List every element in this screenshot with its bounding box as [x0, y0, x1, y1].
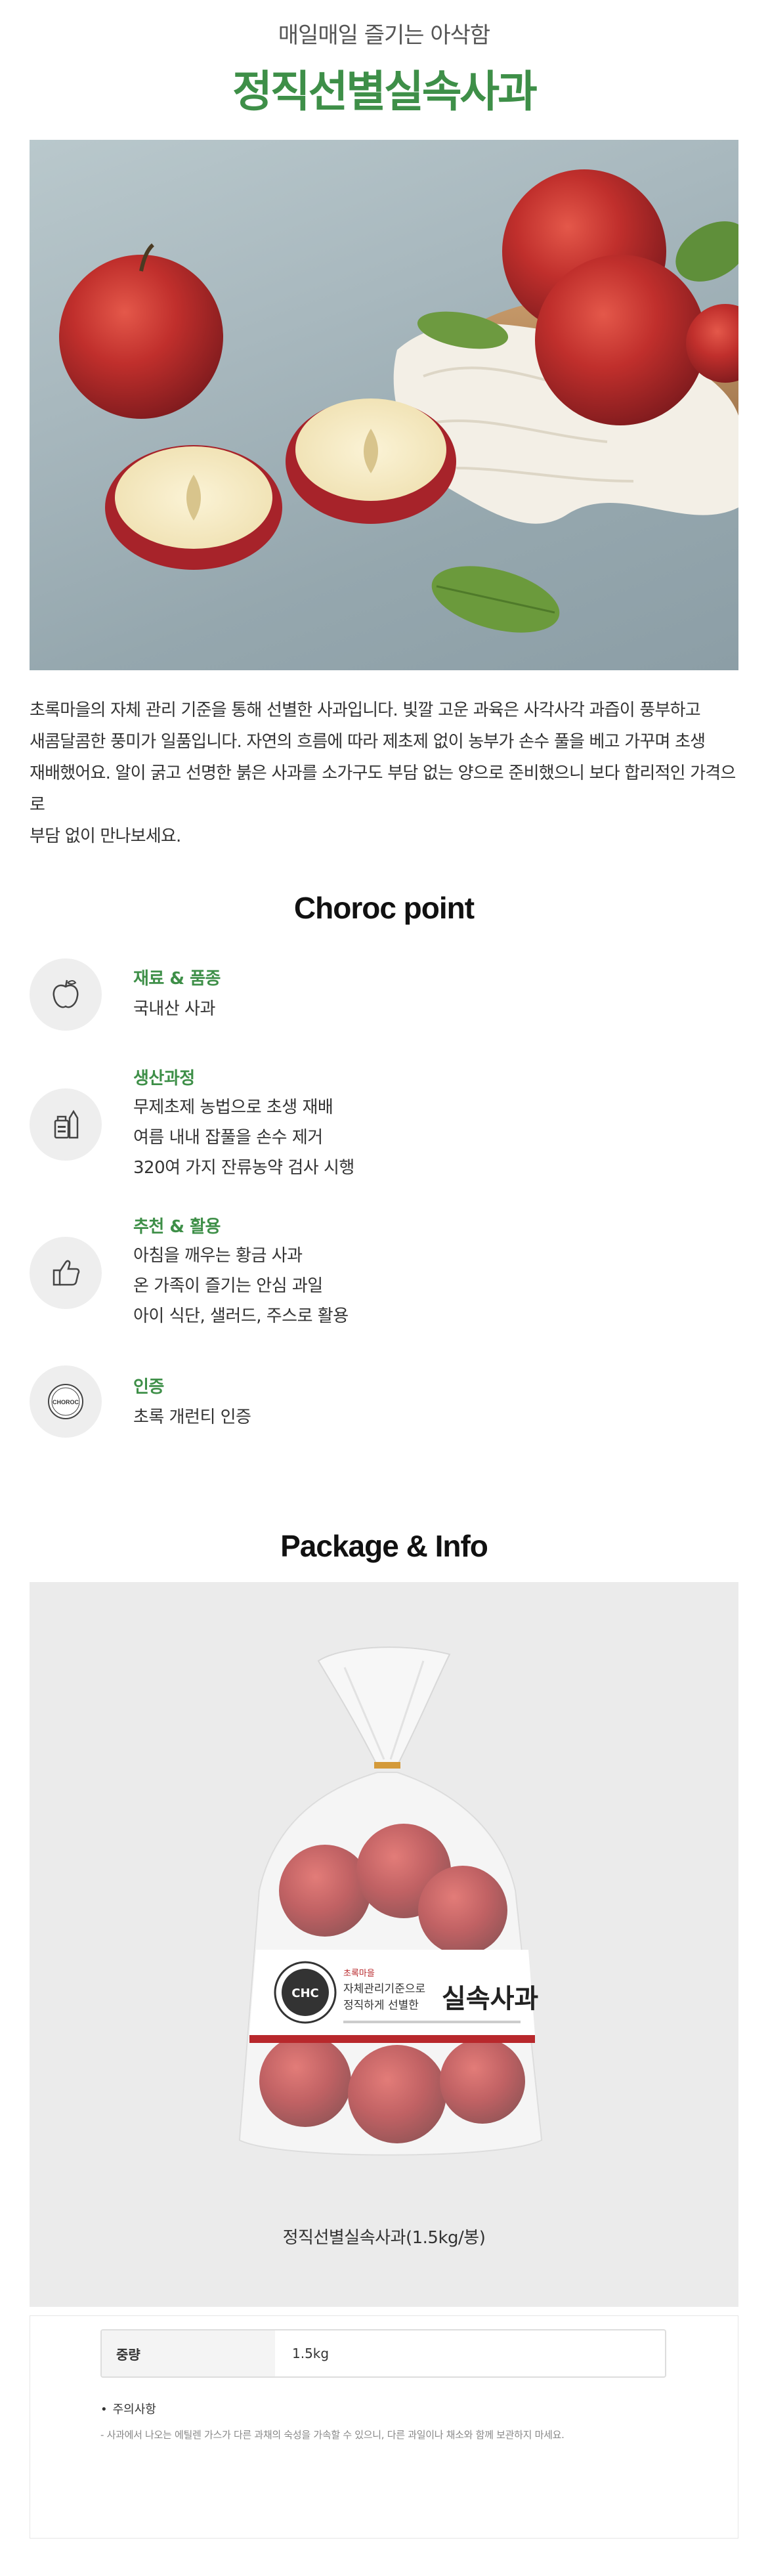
package-caption: 정직선별실속사과(1.5kg/봉)	[282, 2228, 486, 2248]
intro-line: 새콤달콤한 풍미가 일품입니다. 자연의 흐름에 따라 제초제 없이 농부가 손…	[30, 732, 706, 752]
apple-photo-illustration	[59, 169, 738, 633]
intro-paragraph: 초록마을의 자체 관리 기준을 통해 선별한 사과입니다. 빛깔 고운 과육은 …	[30, 695, 745, 852]
point-line: 여름 내내 잡풀을 손수 제거	[133, 1128, 323, 1148]
page-subtitle: 매일매일 즐기는 아삭함	[278, 22, 490, 49]
package-photo-panel: CHC 초록마을 자체관리기준으로 정직하게 선별한 실속사과 정직선별실속사과…	[30, 1582, 738, 2307]
point-title: 재료 & 품종	[133, 969, 221, 989]
point-line: 국내산 사과	[133, 999, 215, 1019]
package-label-name: 실속사과	[442, 1984, 538, 2014]
package-info-heading: Package & Info	[280, 1529, 488, 1563]
point-lines: 무제초제 농법으로 초생 재배 여름 내내 잡풀을 손수 제거 320여 가지 …	[133, 1092, 354, 1183]
choroc-point-heading: Choroc point	[293, 891, 475, 925]
spec-key: 중량	[102, 2330, 275, 2376]
spec-table: 중량 1.5kg	[100, 2329, 666, 2378]
intro-line: 재배했어요. 알이 굵고 선명한 붉은 사과를 소가구도 부담 없는 양으로 준…	[30, 763, 736, 815]
point-item-process: 생산과정 무제초제 농법으로 초생 재배 여름 내내 잡풀을 손수 제거 320…	[30, 1065, 738, 1183]
notice-title: 주의사항	[100, 2400, 156, 2417]
point-line: 320여 가지 잔류농약 검사 시행	[133, 1158, 354, 1178]
hero-apple-photo	[30, 140, 738, 670]
package-bag-illustration: CHC 초록마을 자체관리기준으로 정직하게 선별한 실속사과	[238, 1646, 543, 2156]
point-lines: 국내산 사과	[133, 994, 215, 1024]
point-line: 아이 식단, 샐러드, 주스로 활용	[133, 1306, 349, 1326]
package-label-line2: 정직하게 선별한	[343, 1999, 419, 2012]
point-item-certification: CHOROC 인증 초록 개런티 인증	[30, 1365, 738, 1444]
point-title: 생산과정	[133, 1069, 195, 1088]
point-line: 온 가족이 즐기는 안심 과일	[133, 1276, 323, 1296]
product-info-box: 중량 1.5kg 주의사항 - 사과에서 나오는 에틸렌 가스가 다른 과채의 …	[30, 2315, 738, 2539]
point-item-ingredient: 재료 & 품종 국내산 사과	[30, 958, 738, 1037]
point-lines: 초록 개런티 인증	[133, 1402, 251, 1432]
notice-text: - 사과에서 나오는 에틸렌 가스가 다른 과채의 숙성을 가속할 수 있으니,…	[100, 2429, 565, 2441]
intro-line: 부담 없이 만나보세요.	[30, 826, 181, 846]
intro-line: 초록마을의 자체 관리 기준을 통해 선별한 사과입니다. 빛깔 고운 과육은 …	[30, 700, 701, 720]
choroc-badge-icon: CHOROC	[30, 1365, 102, 1438]
bottle-icon	[30, 1088, 102, 1161]
point-line: 아침을 깨우는 황금 사과	[133, 1246, 303, 1266]
point-line: 무제초제 농법으로 초생 재배	[133, 1098, 333, 1117]
point-line: 초록 개런티 인증	[133, 1407, 251, 1427]
thumbs-up-icon	[30, 1237, 102, 1309]
apple-icon	[30, 958, 102, 1031]
point-item-recommend: 추천 & 활용 아침을 깨우는 황금 사과 온 가족이 즐기는 안심 과일 아이…	[30, 1213, 738, 1331]
svg-text:CHC: CHC	[291, 1986, 318, 2000]
badge-text: CHOROC	[53, 1399, 79, 1406]
point-title: 인증	[133, 1377, 164, 1397]
point-lines: 아침을 깨우는 황금 사과 온 가족이 즐기는 안심 과일 아이 식단, 샐러드…	[133, 1241, 349, 1331]
page-title: 정직선별실속사과	[232, 66, 538, 117]
spec-value: 1.5kg	[292, 2346, 330, 2361]
package-label-line1: 자체관리기준으로	[343, 1983, 425, 1996]
point-title: 추천 & 활용	[133, 1217, 221, 1237]
package-label-brand: 초록마을	[343, 1969, 375, 1979]
